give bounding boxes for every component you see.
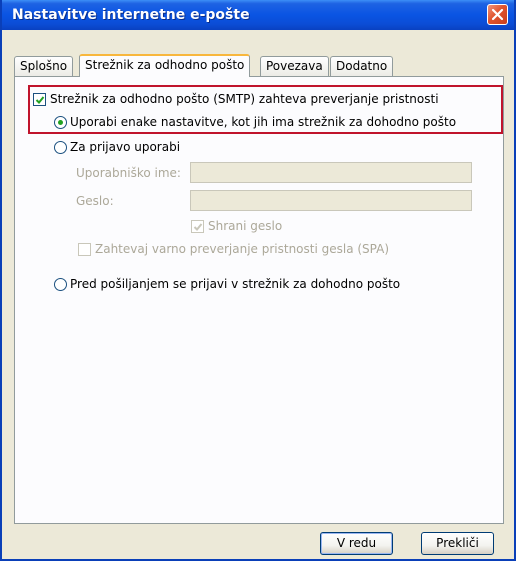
radio-selected-dot: [58, 120, 63, 125]
radio-login-with[interactable]: [54, 141, 67, 154]
username-input[interactable]: [190, 162, 472, 183]
username-label: Uporabniško ime:: [76, 166, 181, 180]
radio-same-settings[interactable]: [54, 116, 67, 129]
dialog-window: Nastavitve internetne e-pošte Splošno St…: [0, 0, 516, 561]
spa-label: Zahtevaj varno preverjanje pristnosti ge…: [95, 242, 390, 256]
checkmark-icon: [193, 223, 203, 231]
radio-login-before-send[interactable]: [54, 278, 67, 291]
close-icon: [491, 8, 504, 21]
save-password-label: Shrani geslo: [208, 219, 283, 233]
tab-connection-label: Povezava: [266, 59, 323, 73]
tab-general[interactable]: Splošno: [14, 56, 74, 76]
smtp-auth-label: Strežnik za odhodno pošto (SMTP) zahteva…: [50, 92, 439, 106]
radio-login-before-send-label: Pred pošiljanjem se prijavi v strežnik z…: [70, 277, 401, 291]
radio-login-with-label: Za prijavo uporabi: [70, 140, 181, 154]
ok-button-label: V redu: [336, 536, 377, 550]
tab-connection[interactable]: Povezava: [260, 56, 329, 76]
title-bar[interactable]: Nastavitve internetne e-pošte: [2, 0, 514, 30]
tab-outgoing-server[interactable]: Strežnik za odhodno pošto: [79, 54, 251, 77]
close-button[interactable]: [487, 4, 508, 25]
save-password-checkbox[interactable]: [191, 220, 204, 233]
tab-general-label: Splošno: [20, 59, 68, 73]
password-label: Geslo:: [76, 194, 114, 208]
checkmark-icon: [35, 96, 45, 104]
password-input[interactable]: [190, 190, 472, 211]
tab-advanced-label: Dodatno: [336, 59, 388, 73]
tab-advanced[interactable]: Dodatno: [330, 56, 394, 76]
cancel-button-label: Prekliči: [436, 536, 479, 550]
ok-button[interactable]: V redu: [320, 532, 393, 555]
spa-checkbox[interactable]: [78, 243, 91, 256]
tab-outgoing-server-label: Strežnik za odhodno pošto: [85, 58, 245, 72]
window-title: Nastavitve internetne e-pošte: [12, 7, 250, 23]
smtp-auth-checkbox[interactable]: [33, 93, 46, 106]
cancel-button[interactable]: Prekliči: [421, 532, 494, 555]
radio-same-settings-label: Uporabi enake nastavitve, kot jih ima st…: [70, 115, 457, 129]
